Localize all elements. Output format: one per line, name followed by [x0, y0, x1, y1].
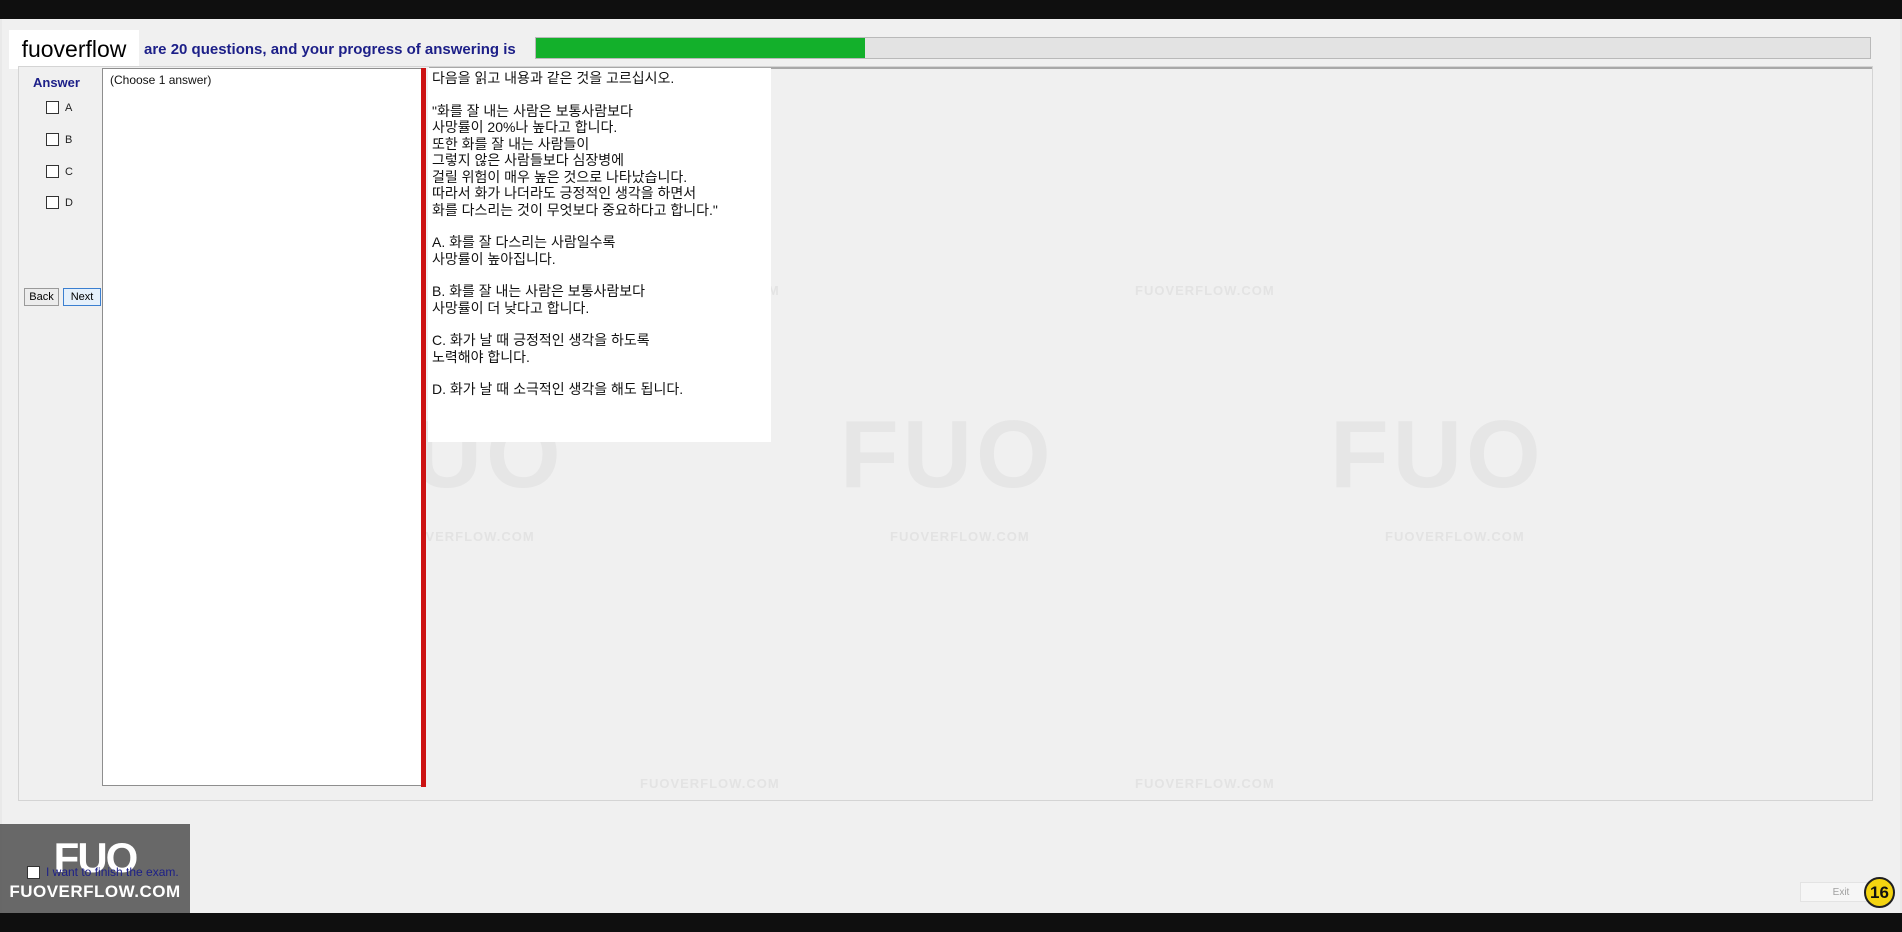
- bottom-black-bar: [0, 913, 1902, 932]
- watermark-text: FUOVERFLOW.COM: [1135, 283, 1275, 298]
- question-line: A. 화를 잘 다스리는 사람일수록: [432, 234, 616, 250]
- question-line: 다음을 읽고 내용과 같은 것을 고르십시오.: [432, 70, 675, 86]
- top-black-bar: [0, 0, 1902, 19]
- watermark-text: FUOVERFLOW.COM: [1135, 776, 1275, 791]
- question-line: 노력해야 합니다.: [432, 348, 530, 365]
- answer-option-label: B: [65, 133, 73, 146]
- checkbox-d[interactable]: [46, 196, 59, 209]
- page-number-badge: 16: [1864, 877, 1895, 908]
- answer-option-a[interactable]: A: [46, 101, 72, 114]
- question-line: 사망률이 더 낮다고 합니다.: [432, 299, 590, 316]
- finish-exam-checkbox[interactable]: [27, 865, 40, 879]
- finish-exam-label: I want to finish the exam.: [46, 865, 179, 879]
- question-line-gap: [432, 365, 771, 381]
- choose-answer-label: (Choose 1 answer): [110, 73, 212, 87]
- answer-option-b[interactable]: B: [46, 133, 72, 146]
- question-panel: (Choose 1 answer): [102, 68, 422, 786]
- checkbox-a[interactable]: [46, 101, 59, 114]
- question-line-gap: [432, 87, 771, 103]
- progress-bar: [535, 37, 1871, 59]
- question-line-gap: [432, 267, 771, 283]
- question-line: "화를 잘 내는 사람은 보통사람보다: [432, 102, 633, 119]
- question-line: D. 화가 날 때 소극적인 생각을 해도 됩니다.: [432, 381, 684, 397]
- watermark-logo: FUO: [840, 401, 1055, 508]
- answer-option-label: D: [65, 196, 73, 209]
- question-content: 다음을 읽고 내용과 같은 것을 고르십시오. "화를 잘 내는 사람은 보통사람…: [428, 68, 771, 442]
- answer-option-label: A: [65, 101, 73, 114]
- finish-exam-option[interactable]: I want to finish the exam.: [27, 865, 179, 879]
- progress-bar-fill: [536, 38, 866, 58]
- progress-text: are 20 questions, and your progress of a…: [144, 41, 516, 58]
- answer-option-d[interactable]: D: [46, 196, 73, 209]
- question-line: 걸릴 위험이 매우 높은 것으로 나타났습니다.: [432, 168, 688, 185]
- question-line: C. 화가 날 때 긍정적인 생각을 하도록: [432, 332, 650, 348]
- question-line-gap: [432, 218, 771, 234]
- split-divider[interactable]: [421, 68, 426, 787]
- checkbox-b[interactable]: [46, 133, 59, 146]
- question-line: 사망률이 높아집니다.: [432, 250, 556, 267]
- answer-option-c[interactable]: C: [46, 165, 73, 178]
- answer-title: Answer: [33, 75, 80, 90]
- checkbox-c[interactable]: [46, 165, 59, 178]
- brand-label: fuoverflow: [9, 30, 139, 69]
- watermark-logo: FUO: [1330, 401, 1545, 508]
- logo-text: FUOVERFLOW.COM: [9, 881, 181, 901]
- next-button[interactable]: Next: [63, 288, 101, 306]
- watermark-text: FUOVERFLOW.COM: [1385, 529, 1525, 544]
- question-line: 또한 화를 잘 내는 사람들이: [432, 135, 590, 152]
- question-text: 다음을 읽고 내용과 같은 것을 고르십시오. "화를 잘 내는 사람은 보통사람…: [428, 68, 771, 398]
- question-line: 사망률이 20%나 높다고 합니다.: [432, 119, 618, 135]
- answer-option-label: C: [65, 165, 73, 178]
- watermark-text: FUOVERFLOW.COM: [640, 776, 780, 791]
- question-line: B. 화를 잘 내는 사람은 보통사람보다: [432, 283, 645, 299]
- watermark-text: FUOVERFLOW.COM: [890, 529, 1030, 544]
- back-button[interactable]: Back: [24, 288, 59, 306]
- question-line: 따라서 화가 나더라도 긍정적인 생각을 하면서: [432, 185, 697, 201]
- question-line: 그렇지 않은 사람들보다 심장병에: [432, 152, 624, 168]
- question-line-gap: [432, 316, 771, 332]
- question-line: 화를 다스리는 것이 무엇보다 중요하다고 합니다.": [432, 201, 718, 218]
